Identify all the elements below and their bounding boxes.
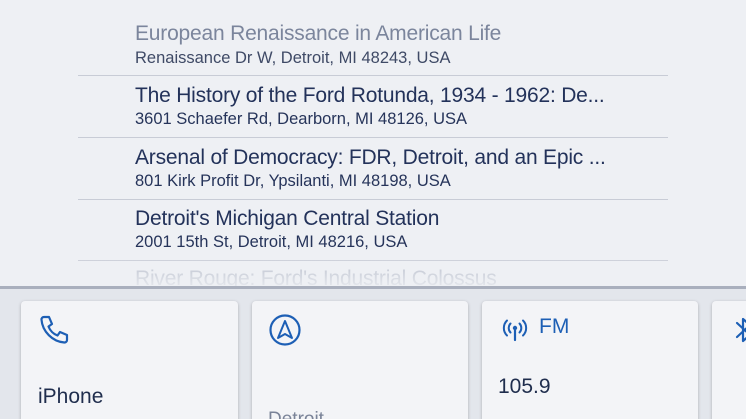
list-item[interactable]: Detroit's Michigan Central Station 2001 …	[78, 199, 668, 261]
widget-cards-row: iPhone Detroit FM 105.9	[0, 289, 746, 419]
navigation-destination: Detroit	[268, 409, 324, 419]
result-address: Renaissance Dr W, Detroit, MI 48243, USA	[135, 49, 451, 67]
list-item[interactable]: River Rouge: Ford's Industrial Colossus	[78, 261, 668, 287]
result-address: 3601 Schaefer Rd, Dearborn, MI 48126, US…	[135, 110, 468, 128]
bluetooth-icon	[732, 313, 746, 352]
result-address: 801 Kirk Profit Dr, Ypsilanti, MI 48198,…	[135, 172, 451, 190]
result-title: River Rouge: Ford's Industrial Colossus	[135, 267, 497, 287]
search-results-list: European Renaissance in American Life Re…	[0, 0, 746, 287]
result-title: Detroit's Michigan Central Station	[135, 207, 440, 230]
navigation-arrow-icon	[268, 313, 302, 352]
radio-card[interactable]: FM 105.9	[482, 301, 698, 419]
result-address: 2001 15th St, Detroit, MI 48216, USA	[135, 233, 408, 251]
radio-frequency: 105.9	[498, 375, 551, 398]
result-title: European Renaissance in American Life	[135, 22, 502, 45]
navigation-card[interactable]: Detroit	[252, 301, 468, 419]
list-item[interactable]: The History of the Ford Rotunda, 1934 - …	[78, 76, 668, 138]
radio-signal-icon	[502, 317, 528, 348]
phone-device-name: iPhone	[38, 385, 104, 408]
result-title: The History of the Ford Rotunda, 1934 - …	[135, 84, 605, 107]
list-item[interactable]: Arsenal of Democracy: FDR, Detroit, and …	[78, 138, 668, 200]
list-item[interactable]: European Renaissance in American Life Re…	[78, 14, 668, 76]
bluetooth-card[interactable]	[712, 301, 746, 419]
phone-card[interactable]: iPhone	[21, 301, 238, 419]
radio-band: FM	[539, 315, 570, 338]
phone-icon	[37, 313, 71, 352]
result-title: Arsenal of Democracy: FDR, Detroit, and …	[135, 146, 606, 169]
